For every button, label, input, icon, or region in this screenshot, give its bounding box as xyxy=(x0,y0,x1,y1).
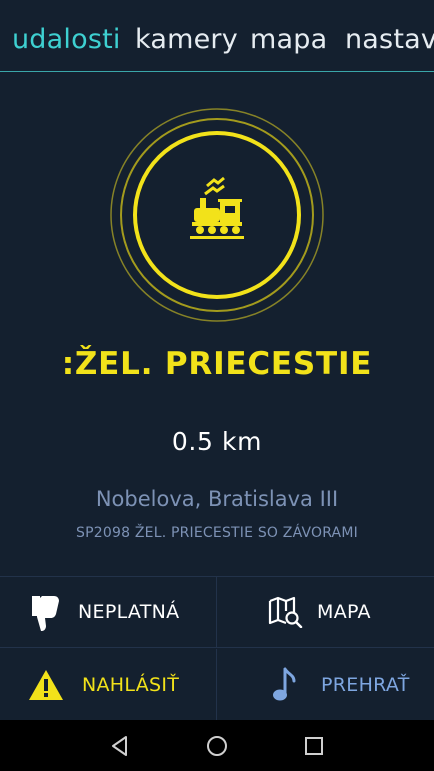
event-title: :ŽEL. PRIECESTIE xyxy=(61,346,373,382)
train-crossing-icon xyxy=(110,108,324,322)
warning-icon xyxy=(26,665,66,705)
event-description: SP2098 ŽEL. PRIECESTIE SO ZÁVORAMI xyxy=(76,525,358,541)
event-address: Nobelova, Bratislava III xyxy=(95,487,339,511)
system-navbar xyxy=(0,720,434,771)
event-icon-badge xyxy=(108,106,326,324)
tab-bar: udalosti kamery mapa nastav xyxy=(0,0,434,72)
play-label: PREHRAŤ xyxy=(321,673,410,696)
tab-nastavenia[interactable]: nastav xyxy=(345,24,434,56)
tab-udalosti[interactable]: udalosti xyxy=(12,24,121,56)
map-button[interactable]: MAPA xyxy=(217,577,434,648)
map-label: MAPA xyxy=(317,601,371,623)
music-note-icon xyxy=(265,665,305,705)
report-button[interactable]: NAHLÁSIŤ xyxy=(0,649,217,720)
thumbs-down-icon xyxy=(26,592,66,632)
invalid-button[interactable]: NEPLATNÁ xyxy=(0,577,217,648)
play-button[interactable]: PREHRAŤ xyxy=(217,649,434,720)
action-grid: NEPLATNÁ MAPA NAHLÁSIŤ PREHRAŤ xyxy=(0,576,434,721)
map-search-icon xyxy=(265,592,305,632)
event-distance: 0.5 km xyxy=(171,427,263,456)
home-icon[interactable] xyxy=(203,732,231,760)
recents-icon[interactable] xyxy=(300,732,328,760)
tab-kamery[interactable]: kamery xyxy=(135,24,238,56)
tab-mapa[interactable]: mapa xyxy=(250,24,327,56)
back-icon[interactable] xyxy=(106,732,134,760)
invalid-label: NEPLATNÁ xyxy=(78,601,180,623)
report-label: NAHLÁSIŤ xyxy=(82,673,180,696)
